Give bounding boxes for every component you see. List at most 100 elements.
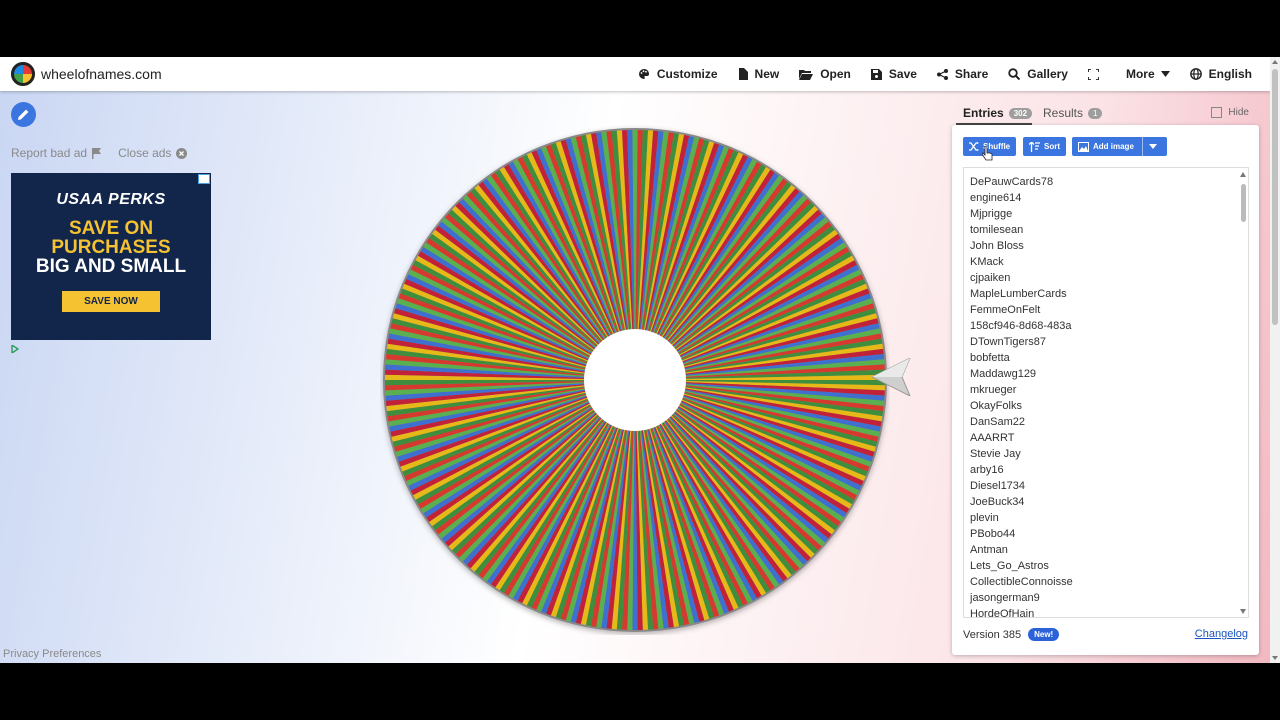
entry-item[interactable]: tomilesean	[964, 222, 1234, 238]
site-title[interactable]: wheelofnames.com	[41, 66, 162, 82]
entry-item[interactable]: HordeOfHain	[964, 606, 1234, 617]
ad-line1: SAVE ON	[68, 218, 154, 239]
add-image-label: Add image	[1093, 142, 1134, 151]
page-scrollbar-thumb[interactable]	[1272, 69, 1278, 325]
caret-down-icon	[1148, 144, 1157, 149]
top-nav-bar: wheelofnames.com Customize New Open Save…	[0, 57, 1270, 91]
ad-banner[interactable]: USAA PERKS SAVE ON PURCHASES BIG AND SMA…	[11, 173, 211, 340]
nav-save-label: Save	[888, 67, 917, 81]
fullscreen-icon	[1087, 68, 1099, 80]
hide-checkbox[interactable]	[1211, 107, 1223, 118]
nav-customize[interactable]: Customize	[638, 67, 718, 81]
nav-save[interactable]: Save	[870, 67, 917, 81]
app-viewport: wheelofnames.com Customize New Open Save…	[0, 57, 1280, 663]
entry-item[interactable]: John Bloss	[964, 238, 1234, 254]
pencil-icon	[18, 109, 29, 120]
changelog-link[interactable]: Changelog	[1195, 628, 1248, 640]
add-image-button[interactable]: Add image	[1072, 137, 1167, 156]
nav-fullscreen[interactable]	[1087, 68, 1106, 80]
share-icon	[936, 68, 948, 80]
entry-item[interactable]: Lets_Go_Astros	[964, 558, 1234, 574]
entry-item[interactable]: bobfetta	[964, 350, 1234, 366]
ad-cta-button[interactable]: SAVE NOW	[62, 291, 160, 312]
entry-item[interactable]: Maddawg129	[964, 366, 1234, 382]
entries-textarea[interactable]: DePauwCards78 engine614 Mjprigge tomilesean…	[963, 167, 1249, 618]
add-image-dropdown[interactable]	[1141, 137, 1161, 156]
nav-share[interactable]: Share	[936, 67, 989, 81]
entries-scrollbar[interactable]	[1238, 168, 1248, 617]
entry-item[interactable]: Antman	[964, 542, 1234, 558]
report-bad-ad-link[interactable]: Report bad ad	[11, 146, 102, 160]
nav-new[interactable]: New	[738, 67, 779, 81]
entry-item[interactable]: plevin	[964, 510, 1234, 526]
edit-button[interactable]	[11, 102, 36, 127]
entries-scrollbar-thumb[interactable]	[1241, 184, 1246, 222]
scroll-down-arrow-icon[interactable]	[1272, 656, 1278, 660]
entry-item[interactable]: DePauwCards78	[964, 174, 1234, 190]
entry-item[interactable]: engine614	[964, 190, 1234, 206]
nav-more-label: More	[1125, 67, 1155, 81]
nav-share-label: Share	[954, 67, 989, 81]
floppy-icon	[870, 68, 882, 80]
nav-language-label: English	[1208, 67, 1252, 81]
entry-item[interactable]: KMack	[964, 254, 1234, 270]
entry-item[interactable]: JoeBuck34	[964, 494, 1234, 510]
entry-item[interactable]: Stevie Jay	[964, 446, 1234, 462]
scroll-up-arrow-icon[interactable]	[1272, 60, 1278, 64]
nav-open-label: Open	[820, 67, 851, 81]
version-info: Version 385 New!	[963, 628, 1060, 641]
spin-wheel[interactable]	[380, 125, 890, 635]
entries-list: DePauwCards78 engine614 Mjprigge tomilesean…	[964, 174, 1234, 617]
entry-item[interactable]: cjpaiken	[964, 270, 1234, 286]
sort-icon	[1029, 141, 1040, 152]
entry-item[interactable]: DTownTigers87	[964, 334, 1234, 350]
results-count-badge: 1	[1088, 107, 1103, 119]
nav-open[interactable]: Open	[799, 67, 851, 81]
entry-item[interactable]: Mjprigge	[964, 206, 1234, 222]
entries-scroll-down-icon[interactable]	[1240, 609, 1246, 614]
ad-choices-icon[interactable]	[11, 345, 19, 353]
wheel-center-button[interactable]	[584, 329, 686, 431]
sort-button[interactable]: Sort	[1023, 137, 1066, 156]
nav-customize-label: Customize	[656, 67, 718, 81]
ad-line2: PURCHASES	[51, 237, 171, 258]
new-badge: New!	[1028, 628, 1060, 641]
ad-line3: BIG AND SMALL	[35, 256, 187, 277]
entry-item[interactable]: jasongerman9	[964, 590, 1234, 606]
entry-item[interactable]: arby16	[964, 462, 1234, 478]
entry-item[interactable]: AAARRT	[964, 430, 1234, 446]
shuffle-icon	[969, 142, 979, 151]
entry-item[interactable]: PBobo44	[964, 526, 1234, 542]
privacy-preferences-link[interactable]: Privacy Preferences	[3, 648, 101, 660]
entry-item[interactable]: 158cf946-8d68-483a	[964, 318, 1234, 334]
globe-icon	[1189, 68, 1202, 80]
tab-results[interactable]: Results 1	[1043, 106, 1103, 120]
flag-icon	[92, 147, 102, 159]
entry-item[interactable]: MapleLumberCards	[964, 286, 1234, 302]
sort-label: Sort	[1044, 142, 1060, 151]
hide-label: Hide	[1228, 107, 1249, 118]
wheel-pointer-icon	[872, 358, 911, 396]
nav-menu: Customize New Open Save Share Gallery Mo…	[618, 57, 1252, 91]
close-ads-link[interactable]: Close ads	[118, 146, 188, 160]
close-ads-label: Close ads	[118, 146, 172, 160]
entry-item[interactable]: mkrueger	[964, 382, 1234, 398]
entry-item[interactable]: CollectibleConnoisse	[964, 574, 1234, 590]
entries-count-badge: 302	[1008, 107, 1033, 119]
nav-language[interactable]: English	[1189, 67, 1252, 81]
wheel-logo-icon[interactable]	[11, 62, 35, 86]
ad-info-icon[interactable]	[198, 174, 210, 184]
entry-item[interactable]: DanSam22	[964, 414, 1234, 430]
mouse-cursor-icon	[982, 146, 993, 161]
page-scrollbar[interactable]	[1270, 57, 1280, 663]
tab-entries[interactable]: Entries 302	[963, 106, 1033, 120]
entry-item[interactable]: Diesel1734	[964, 478, 1234, 494]
entry-item[interactable]: FemmeOnFelt	[964, 302, 1234, 318]
entries-scroll-up-icon[interactable]	[1240, 172, 1246, 177]
nav-gallery[interactable]: Gallery	[1008, 67, 1068, 81]
wheel[interactable]	[380, 125, 890, 635]
hide-toggle[interactable]: Hide	[1211, 107, 1249, 118]
nav-more[interactable]: More	[1126, 67, 1170, 81]
entry-item[interactable]: OkayFolks	[964, 398, 1234, 414]
tab-results-label: Results	[1043, 106, 1084, 120]
